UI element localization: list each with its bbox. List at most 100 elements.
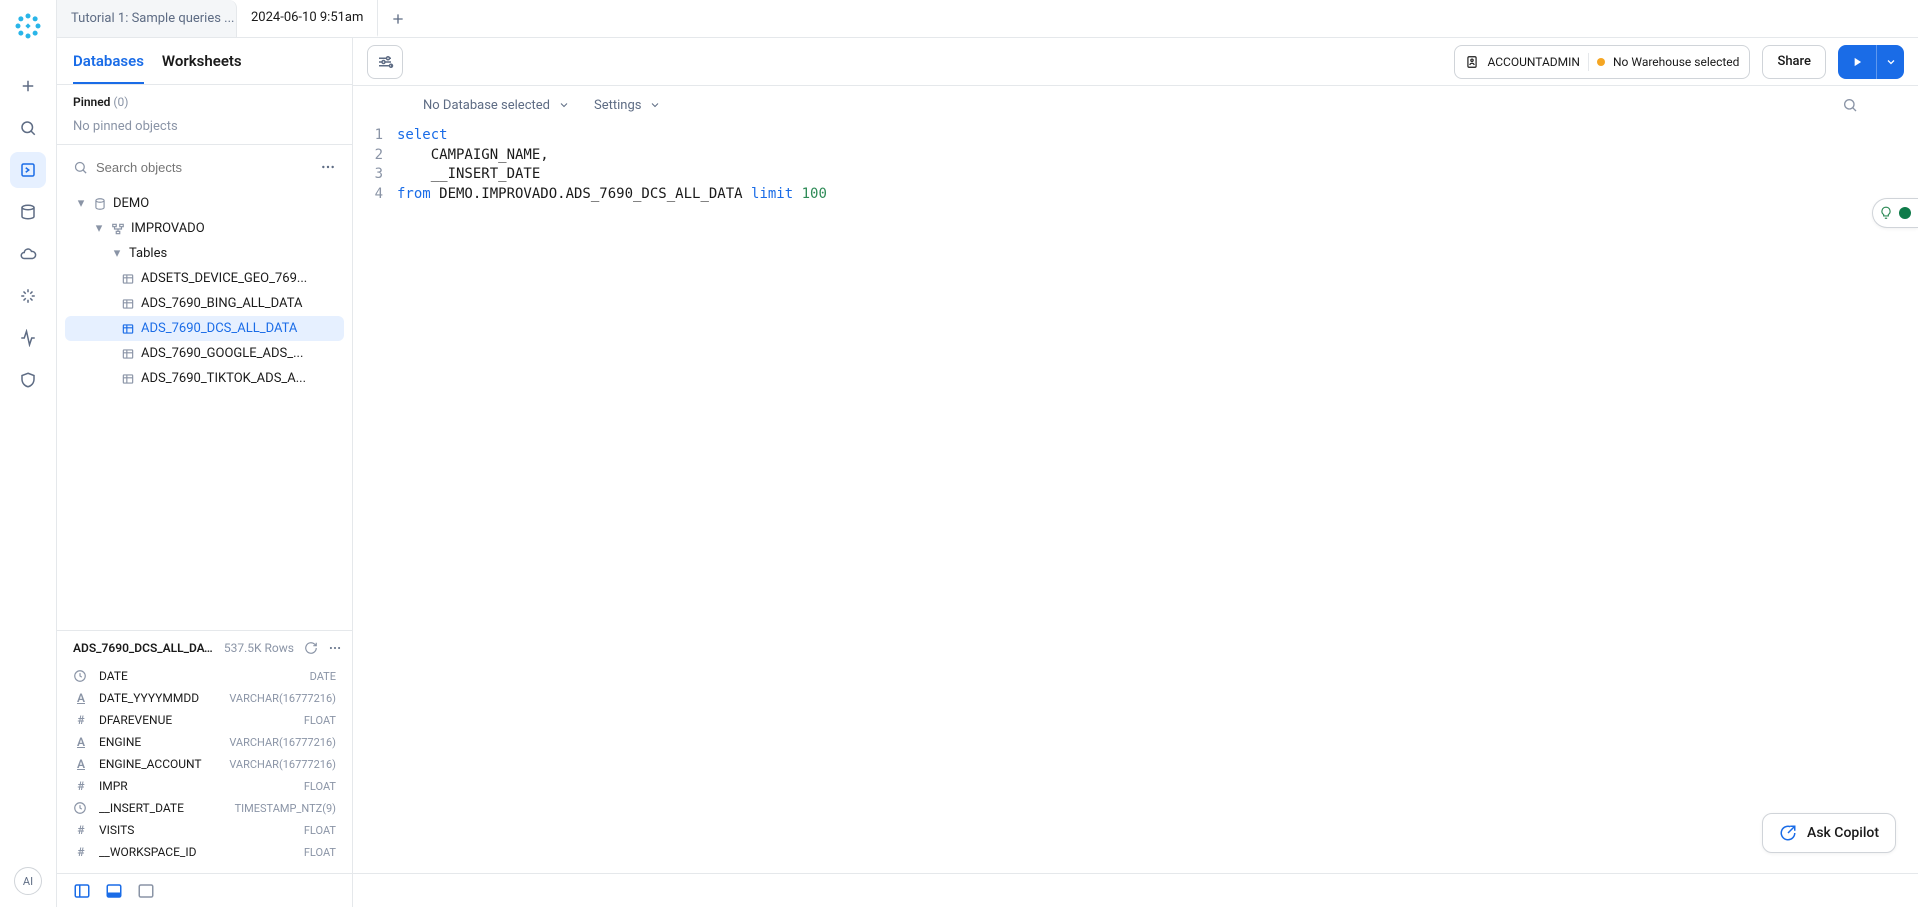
column-type: FLOAT [304,846,336,859]
config-button[interactable] [367,45,403,79]
run-button[interactable] [1838,45,1876,79]
tree-db-label: DEMO [113,196,149,211]
column-row[interactable]: __INSERT_DATETIMESTAMP_NTZ(9) [73,797,336,819]
column-type-icon [73,801,89,815]
column-row[interactable]: DATE DATE [73,665,336,687]
warehouse-status-dot [1597,58,1605,66]
context-settings-label: Settings [594,98,641,113]
layout-bottom-icon[interactable] [103,880,125,902]
column-row[interactable]: #IMPRFLOAT [73,775,336,797]
column-name: DATE_YYYYMMDD [99,691,199,705]
column-type: FLOAT [304,824,336,837]
run-dropdown[interactable] [1876,45,1904,79]
role-warehouse-selector[interactable]: ACCOUNTADMIN No Warehouse selected [1454,45,1750,79]
layout-full-icon[interactable] [135,880,157,902]
tree-table[interactable]: ADS_7690_BING_ALL_DATA [65,291,344,316]
hints-pill[interactable] [1872,198,1918,228]
tree-tables-folder[interactable]: ▾ Tables [65,241,344,266]
column-type: VARCHAR(16777216) [229,692,336,705]
share-button[interactable]: Share [1762,45,1826,79]
activity-icon[interactable] [10,320,46,356]
column-type-icon: # [73,713,89,727]
left-rail: AI [0,0,57,907]
tree-table-label: ADS_7690_BING_ALL_DATA [141,296,302,311]
snowflake-logo[interactable] [12,10,44,42]
chevron-down-icon: ▾ [111,246,123,261]
worksheets-icon[interactable] [10,152,46,188]
tree-table[interactable]: ADS_7690_DCS_ALL_DATA [65,316,344,341]
copilot-label: Ask Copilot [1807,825,1879,841]
cloud-icon[interactable] [10,236,46,272]
column-name: DFAREVENUE [99,713,172,727]
role-icon [1465,55,1479,69]
tab-tutorial[interactable]: Tutorial 1: Sample queries ... [57,0,237,37]
refresh-icon[interactable] [304,641,318,655]
settings-selector[interactable]: Settings [594,98,661,113]
tab-add-button[interactable] [378,0,418,37]
editor-search-icon[interactable] [1842,97,1858,113]
add-icon[interactable] [10,68,46,104]
tree-table-label: ADS_7690_DCS_ALL_DATA [141,321,297,336]
search-input[interactable] [96,160,306,175]
tree-schema[interactable]: ▾ IMPROVADO [65,216,344,241]
column-type: VARCHAR(16777216) [229,736,336,749]
column-row[interactable]: AENGINE_ACCOUNTVARCHAR(16777216) [73,753,336,775]
column-row[interactable]: #VISITSFLOAT [73,819,336,841]
tab-current[interactable]: 2024-06-10 9:51am [237,0,378,37]
column-row[interactable]: A DATE_YYYYMMDD VARCHAR(16777216) [73,687,336,709]
code-editor[interactable]: 1234 select CAMPAIGN_NAME, __INSERT_DATE… [353,124,1918,873]
column-type-icon: A [73,691,89,705]
detail-more-button[interactable] [328,641,342,655]
table-icon [121,297,135,311]
column-row[interactable]: #__WORKSPACE_IDFLOAT [73,841,336,863]
column-type-icon: A [73,735,89,749]
column-row[interactable]: A ENGINE VARCHAR(16777216) [73,731,336,753]
chevron-down-icon: ▾ [75,196,87,211]
ai-button[interactable]: AI [14,867,42,895]
search-icon [73,160,88,175]
table-icon [121,272,135,286]
column-name: DATE [99,669,128,683]
context-db-label: No Database selected [423,98,550,113]
more-options-button[interactable] [314,153,342,181]
copilot-icon [1779,824,1797,842]
table-icon [121,347,135,361]
layout-sidebar-icon[interactable] [71,880,93,902]
tree-database[interactable]: ▾ DEMO [65,191,344,216]
warehouse-label: No Warehouse selected [1613,55,1739,69]
tree-schema-label: IMPROVADO [131,221,205,236]
pinned-section: Pinned (0) No pinned objects [57,85,352,145]
tab-databases[interactable]: Databases [73,52,144,84]
tree-table[interactable]: ADS_7690_TIKTOK_ADS_A... [65,366,344,391]
tab-worksheets[interactable]: Worksheets [162,52,242,84]
tree-table[interactable]: ADS_7690_GOOGLE_ADS_... [65,341,344,366]
object-tree: ▾ DEMO ▾ IMPROVADO ▾ Tables ADSETS_DEVIC… [57,189,352,630]
column-type-icon: A [73,757,89,771]
tabs-row: Tutorial 1: Sample queries ... 2024-06-1… [57,0,1918,38]
ask-copilot-button[interactable]: Ask Copilot [1762,813,1896,853]
column-row[interactable]: # DFAREVENUE FLOAT [73,709,336,731]
database-icon[interactable] [10,194,46,230]
pinned-count: (0) [113,95,128,109]
column-name: ENGINE [99,735,141,749]
column-type: DATE [310,670,336,683]
column-type-icon: # [73,823,89,837]
column-type: VARCHAR(16777216) [229,758,336,771]
editor: ACCOUNTADMIN No Warehouse selected Share… [353,38,1918,907]
shield-icon[interactable] [10,362,46,398]
database-context-selector[interactable]: No Database selected [423,98,570,113]
detail-table-name: ADS_7690_DCS_ALL_DATA [73,641,213,655]
search-icon[interactable] [10,110,46,146]
object-browser: Databases Worksheets Pinned (0) No pinne… [57,38,353,907]
column-type: FLOAT [304,780,336,793]
tree-table-label: ADS_7690_TIKTOK_ADS_A... [141,371,306,386]
table-icon [121,372,135,386]
column-type-icon [73,669,89,683]
role-label: ACCOUNTADMIN [1487,55,1580,69]
tree-table-label: ADSETS_DEVICE_GEO_769... [141,271,307,286]
sparkle-icon[interactable] [10,278,46,314]
table-detail-panel: ADS_7690_DCS_ALL_DATA 537.5K Rows DATEDA… [57,630,352,873]
tree-table[interactable]: ADSETS_DEVICE_GEO_769... [65,266,344,291]
column-type: FLOAT [304,714,336,727]
column-name: __WORKSPACE_ID [99,845,197,859]
